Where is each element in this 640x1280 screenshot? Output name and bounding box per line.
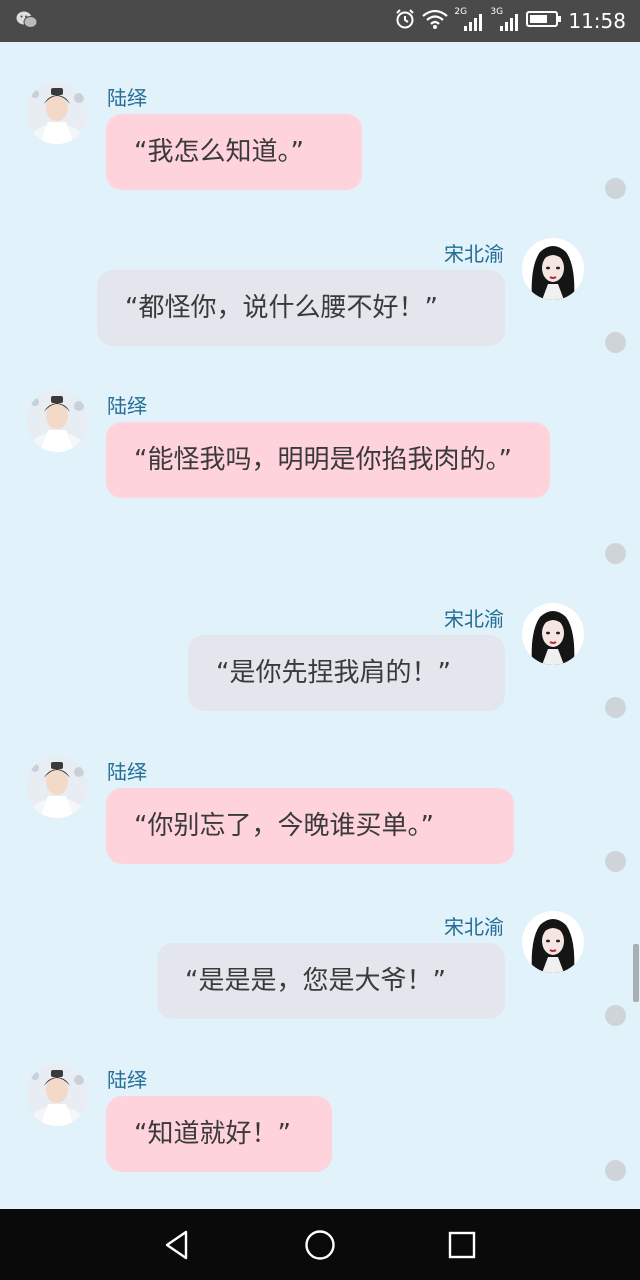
network-type-label: 2G: [454, 7, 468, 17]
alarm-icon: [394, 8, 416, 34]
message-status-dot: [605, 851, 626, 872]
avatar[interactable]: [26, 82, 88, 144]
sender-name: 陆绎: [107, 394, 147, 418]
recent-apps-icon[interactable]: [444, 1227, 480, 1263]
message-status-dot: [605, 697, 626, 718]
scrollbar-thumb[interactable]: [633, 944, 639, 1002]
message-status-dot: [605, 178, 626, 199]
avatar[interactable]: [522, 603, 584, 665]
signal-icon: 2G: [454, 7, 484, 33]
message-bubble[interactable]: “是是是，您是大爷！”: [157, 943, 505, 1019]
message-status-dot: [605, 543, 626, 564]
message-status-dot: [605, 332, 626, 353]
sender-name: 陆绎: [107, 86, 147, 110]
sender-name: 宋北渝: [444, 242, 504, 266]
sender-name: 陆绎: [107, 1068, 147, 1092]
message-bubble[interactable]: “是你先捏我肩的！”: [188, 635, 505, 711]
message-bubble[interactable]: “我怎么知道。”: [106, 114, 362, 190]
message-status-dot: [605, 1005, 626, 1026]
wifi-icon: [422, 8, 449, 34]
avatar[interactable]: [26, 1064, 88, 1126]
sender-name: 宋北渝: [444, 915, 504, 939]
battery-icon: [526, 9, 562, 33]
network-type-label-2: 3G: [490, 7, 504, 17]
sender-name: 宋北渝: [444, 607, 504, 631]
message-bubble[interactable]: “你别忘了，今晚谁买单。”: [106, 788, 514, 864]
home-icon[interactable]: [302, 1227, 338, 1263]
message-bubble[interactable]: “知道就好！”: [106, 1096, 332, 1172]
avatar[interactable]: [522, 238, 584, 300]
message-bubble[interactable]: “能怪我吗，明明是你掐我肉的。”: [106, 422, 550, 498]
chat-area[interactable]: 陆绎 “我怎么知道。” 宋北渝 “都怪你，说什么腰不好！” 陆绎 “能怪我吗，明…: [0, 42, 640, 1209]
wechat-icon: [16, 10, 38, 34]
avatar[interactable]: [26, 390, 88, 452]
clock: 11:58: [568, 9, 626, 33]
message-status-dot: [605, 1160, 626, 1181]
avatar[interactable]: [522, 911, 584, 973]
navigation-bar: [0, 1209, 640, 1280]
status-bar: 2G 3G 11:58: [0, 0, 640, 42]
back-icon[interactable]: [160, 1227, 196, 1263]
message-bubble[interactable]: “都怪你，说什么腰不好！”: [97, 270, 505, 346]
sender-name: 陆绎: [107, 760, 147, 784]
signal-icon-2: 3G: [490, 7, 520, 33]
avatar[interactable]: [26, 756, 88, 818]
